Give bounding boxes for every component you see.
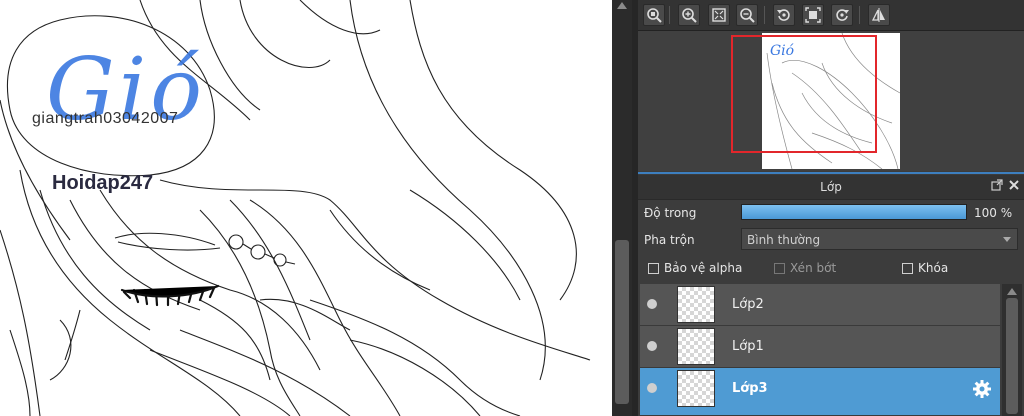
zoom-out-button[interactable] [736,4,758,26]
navigator-toolbar [638,0,1024,31]
visibility-eye-icon[interactable] [647,383,657,393]
layer-thumbnail [677,370,715,407]
toolbar-separator [669,6,670,24]
side-panel: Gió Lớp Độ trong 100 % Pha trộn Bình thư… [638,0,1024,416]
fit-window-icon [712,8,726,22]
reset-view-icon [805,7,821,23]
chevron-down-icon [1003,237,1011,242]
toolbar-separator [859,6,860,24]
layer-list: Lớp2 Lớp1 Lớp3 [640,284,1000,416]
opacity-slider-fill [742,205,966,219]
zoom-fit-button[interactable] [643,4,665,26]
flip-horizontal-button[interactable] [868,4,890,26]
flip-horizontal-icon [871,8,885,22]
zoom-in-icon [682,8,697,23]
navigator-view-frame[interactable] [731,35,877,153]
visibility-eye-icon[interactable] [647,341,657,351]
rotate-right-icon [836,9,849,21]
layer-name: Lớp1 [732,339,764,354]
rotate-right-button[interactable] [831,4,853,26]
layer-row-lop2[interactable]: Lớp2 [640,284,1000,326]
checkbox-box[interactable] [902,262,913,274]
gear-icon[interactable] [972,379,992,399]
toolbar-separator [764,6,765,24]
layer-row-lop3[interactable]: Lớp3 [640,368,1000,416]
layer-panel-header: Lớp [638,175,1024,200]
checkbox-box[interactable] [774,262,785,274]
blend-mode-value: Bình thường [747,233,821,247]
scroll-up-arrow-icon[interactable] [617,2,627,9]
clipping-checkbox[interactable]: Xén bớt [774,261,836,275]
watermark-username: giangtrah03042007 [32,110,179,127]
close-icon[interactable] [1007,179,1021,193]
blend-mode-label: Pha trộn [644,233,695,247]
lock-checkbox[interactable]: Khóa [902,261,948,275]
watermark-site: Hoidap247 [52,172,154,194]
rotate-left-icon [777,9,790,21]
rotate-left-button[interactable] [773,4,795,26]
visibility-eye-icon[interactable] [647,299,657,309]
opacity-label: Độ trong [644,206,697,220]
zoom-in-button[interactable] [678,4,700,26]
layer-panel-title: Lớp [820,180,842,194]
opacity-slider[interactable] [741,204,967,220]
blend-mode-select[interactable]: Bình thường [741,228,1018,250]
layer-scroll-thumb[interactable] [1006,298,1018,414]
reset-view-button[interactable] [802,4,824,26]
fit-window-button[interactable] [708,4,730,26]
drawing-canvas[interactable]: Gió giangtrah03042007 Hoidap247 [0,0,612,416]
layer-row-lop1[interactable]: Lớp1 [640,326,1000,368]
zoom-out-icon [740,8,755,23]
canvas-vertical-scrollbar[interactable] [612,0,632,416]
checkbox-box[interactable] [648,262,659,274]
layer-thumbnail [677,286,715,323]
layer-name: Lớp3 [732,381,768,396]
scroll-up-arrow-icon[interactable] [1007,288,1017,295]
layer-name: Lớp2 [732,297,764,312]
canvas-scroll-thumb[interactable] [615,240,629,404]
popout-icon[interactable] [990,179,1004,193]
layer-thumbnail [677,328,715,365]
panel-divider [638,172,1024,174]
layer-list-scrollbar[interactable] [1002,284,1022,416]
protect-alpha-checkbox[interactable]: Bảo vệ alpha [648,261,742,275]
clipping-label: Xén bớt [790,261,837,275]
zoom-fit-icon [647,8,662,23]
lock-label: Khóa [918,261,949,275]
navigator-preview[interactable]: Gió [638,31,1024,171]
protect-alpha-label: Bảo vệ alpha [664,261,743,275]
opacity-value: 100 % [974,206,1013,220]
